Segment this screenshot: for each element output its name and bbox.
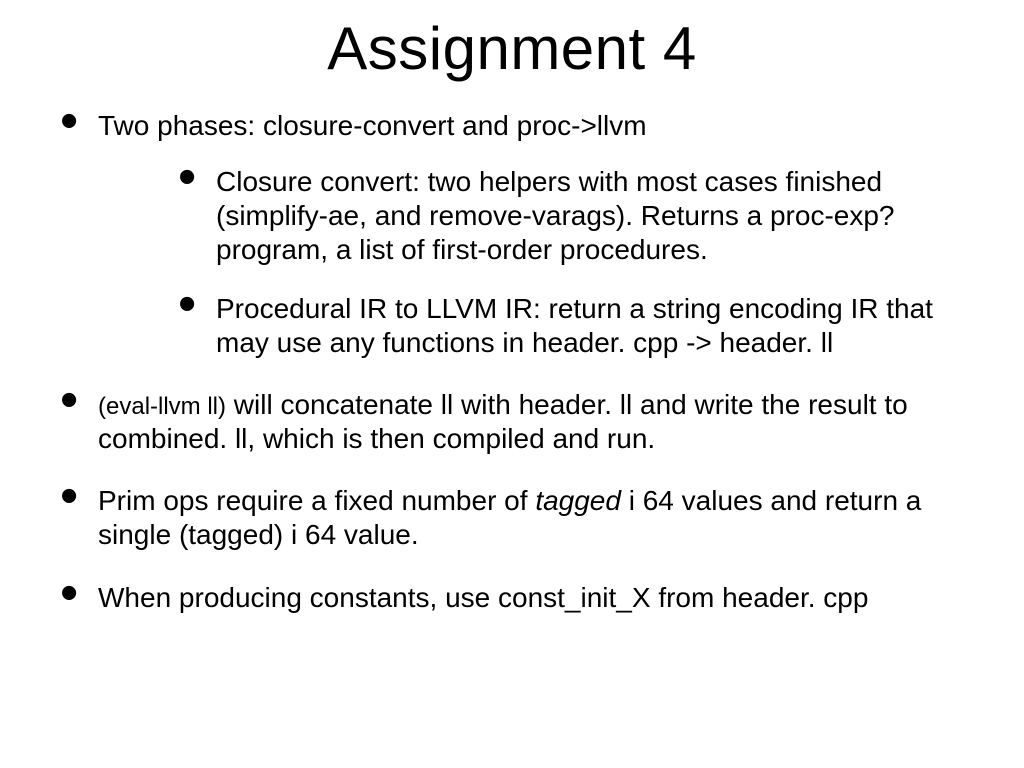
sub-bullet-closure-convert: Closure convert: two helpers with most c…	[178, 165, 984, 267]
sub-bullet-text: Closure convert: two helpers with most c…	[216, 166, 894, 265]
bullet-text: Two phases: closure-convert and proc->ll…	[98, 110, 647, 141]
bullet-eval-llvm: (eval-llvm ll) will concatenate ll with …	[60, 388, 984, 456]
slide-title: Assignment 4	[30, 14, 994, 83]
bullet-constants: When producing constants, use const_init…	[60, 581, 984, 615]
bullet-list: Two phases: closure-convert and proc->ll…	[30, 109, 994, 615]
eval-llvm-code: (eval-llvm ll)	[98, 393, 226, 420]
sub-bullet-text: Procedural IR to LLVM IR: return a strin…	[216, 293, 933, 358]
prim-ops-before: Prim ops require a fixed number of	[98, 485, 535, 516]
sub-bullet-list: Closure convert: two helpers with most c…	[98, 165, 984, 360]
prim-ops-italic: tagged	[535, 485, 621, 516]
sub-bullet-procedural-ir: Procedural IR to LLVM IR: return a strin…	[178, 292, 984, 360]
bullet-two-phases: Two phases: closure-convert and proc->ll…	[60, 109, 984, 360]
constants-text: When producing constants, use const_init…	[98, 582, 868, 613]
slide-container: Assignment 4 Two phases: closure-convert…	[0, 14, 1024, 768]
bullet-prim-ops: Prim ops require a fixed number of tagge…	[60, 484, 984, 552]
